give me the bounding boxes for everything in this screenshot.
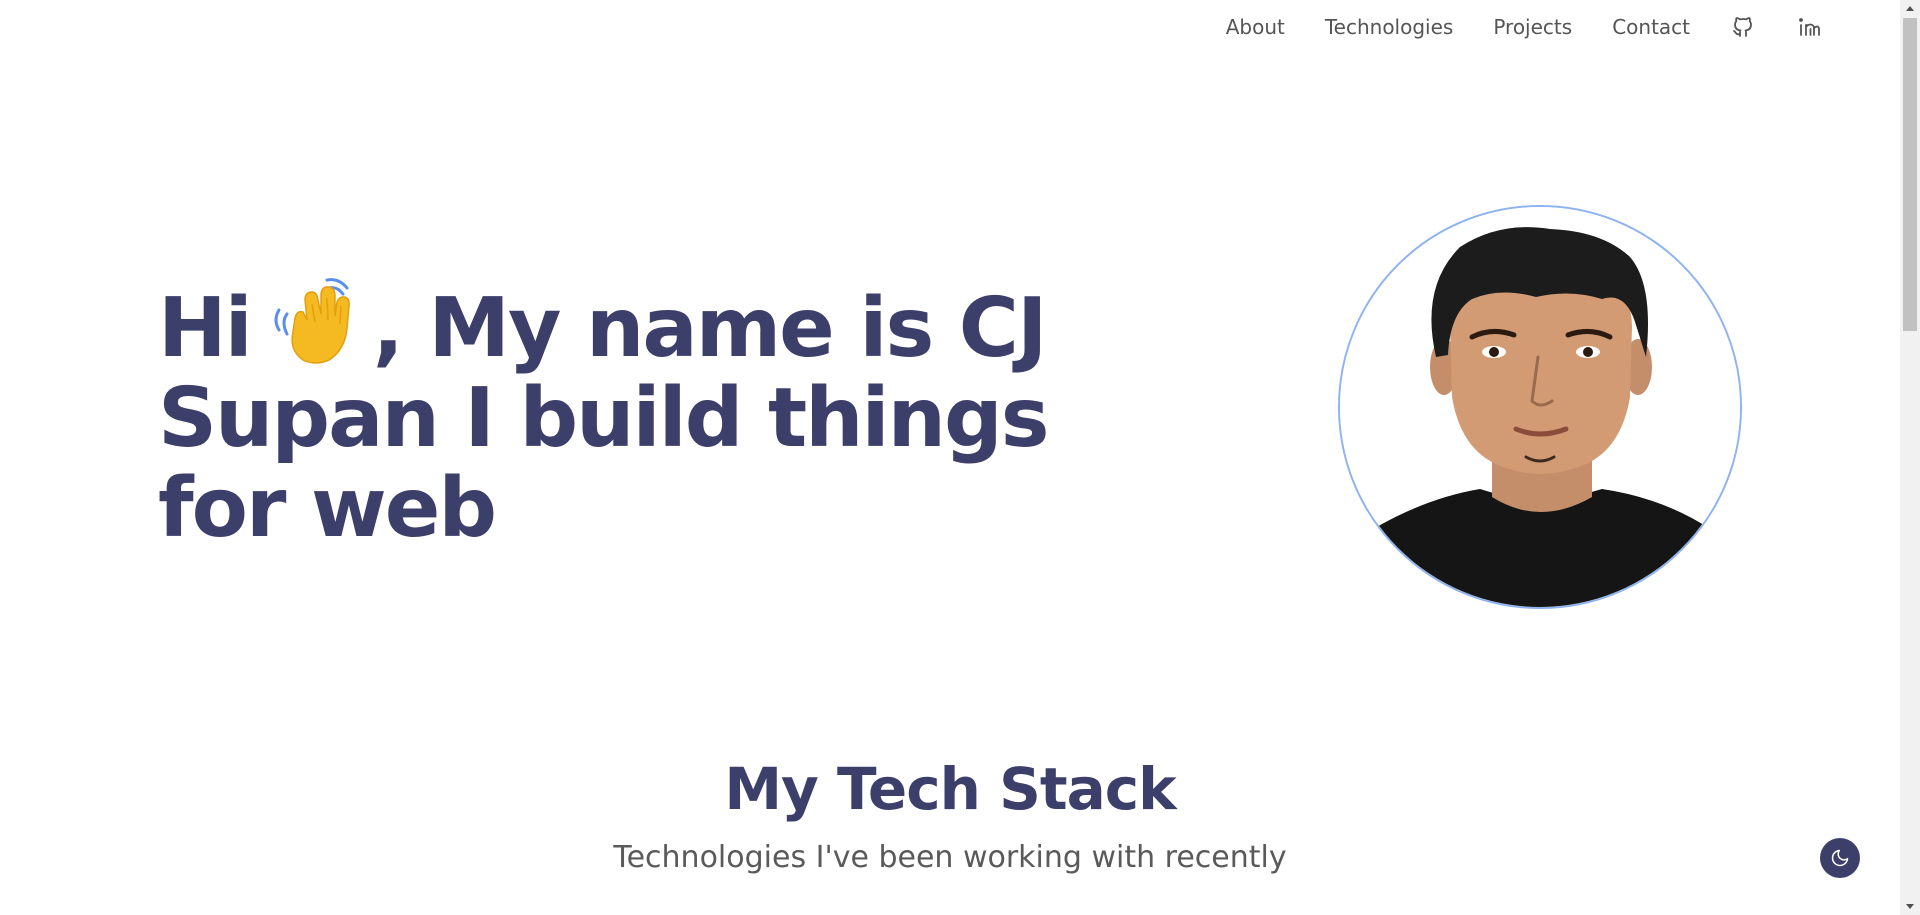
linkedin-link[interactable] [1796, 14, 1822, 40]
nav-link-about[interactable]: About [1226, 15, 1285, 39]
page-scrollbar[interactable] [1900, 0, 1920, 915]
scroll-up-arrow-icon[interactable] [1906, 6, 1914, 11]
linkedin-icon [1799, 18, 1820, 36]
scrollbar-thumb[interactable] [1903, 18, 1917, 331]
github-icon [1733, 17, 1752, 37]
tech-stack-title: My Tech Stack [724, 755, 1176, 823]
hero-heading: Hi , My name is CJ Supan I build things … [158, 272, 1138, 554]
theme-toggle-button[interactable] [1820, 838, 1860, 878]
hero-text-line2: Supan I build things [158, 371, 1050, 466]
waving-hand-icon [265, 272, 369, 366]
profile-portrait [1340, 207, 1740, 607]
tech-stack-subtitle: Technologies I've been working with rece… [613, 840, 1287, 875]
nav-link-contact[interactable]: Contact [1612, 15, 1690, 39]
hero-greeting: Hi [158, 281, 253, 376]
nav-link-technologies[interactable]: Technologies [1325, 15, 1453, 39]
profile-photo [1338, 205, 1742, 609]
nav-link-projects[interactable]: Projects [1493, 15, 1572, 39]
hero-text-line1: , My name is CJ [372, 281, 1048, 376]
hero-text-line3: for web [158, 461, 497, 556]
moon-icon [1831, 849, 1849, 867]
portfolio-page: About Technologies Projects Contact Hi ,… [0, 0, 1920, 915]
github-link[interactable] [1730, 14, 1756, 40]
top-nav: About Technologies Projects Contact [1226, 14, 1822, 40]
scroll-down-arrow-icon[interactable] [1906, 904, 1914, 909]
